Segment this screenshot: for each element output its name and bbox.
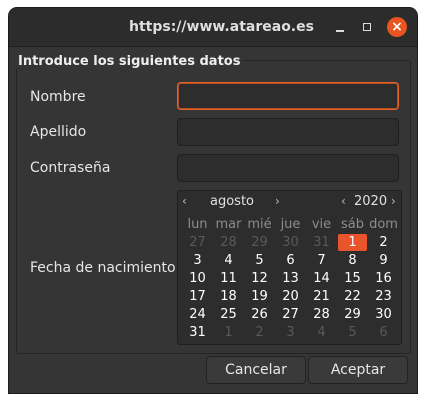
calendar-day[interactable]: 3 (275, 324, 306, 342)
frame-label: Introduce los siguientes datos (15, 54, 244, 69)
next-year-icon[interactable]: › (391, 194, 396, 208)
calendar-day[interactable]: 5 (244, 252, 275, 270)
calendar-day[interactable]: 14 (306, 270, 337, 288)
close-icon: × (391, 19, 403, 35)
calendar-day[interactable]: 28 (213, 234, 244, 252)
maximize-icon (363, 23, 371, 31)
weekday-header: sáb (341, 217, 364, 232)
calendar-week-row: 27 28 29 30 31 1 2 (182, 234, 399, 252)
calendar-day[interactable]: 8 (337, 252, 368, 270)
weekday-header: lun (187, 217, 208, 232)
calendar-day[interactable]: 4 (306, 324, 337, 342)
calendar-day[interactable]: 31 (182, 324, 213, 342)
apellido-input[interactable] (178, 119, 398, 145)
apellido-label: Apellido (30, 124, 87, 140)
calendar-day[interactable]: 18 (213, 288, 244, 306)
calendar-day[interactable]: 6 (275, 252, 306, 270)
maximize-button[interactable] (358, 18, 376, 36)
calendar-day[interactable]: 11 (213, 270, 244, 288)
titlebar[interactable]: https://www.atareao.es × (9, 8, 417, 47)
calendar-day[interactable]: 2 (244, 324, 275, 342)
minimize-button[interactable] (331, 18, 349, 36)
calendar-day[interactable]: 4 (213, 252, 244, 270)
accept-button[interactable]: Aceptar (308, 356, 408, 384)
calendar-year: 2020 (354, 194, 388, 209)
weekday-header: jue (280, 217, 301, 232)
calendar-day[interactable]: 25 (213, 306, 244, 324)
calendar-day[interactable]: 17 (182, 288, 213, 306)
calendar-day[interactable]: 3 (182, 252, 213, 270)
selected-day-label: 1 (338, 234, 367, 251)
apellido-field[interactable] (177, 118, 399, 146)
contrasena-label: Contraseña (30, 160, 111, 176)
weekday-header: mié (247, 217, 272, 232)
calendar-day[interactable]: 26 (244, 306, 275, 324)
calendar: ‹ agosto › ‹ 2020 › lun mar mié jue vie sáb do… (177, 190, 402, 345)
calendar-month: agosto (210, 194, 254, 209)
calendar-day[interactable]: 9 (368, 252, 399, 270)
minimize-icon (336, 30, 344, 32)
calendar-day[interactable]: 10 (182, 270, 213, 288)
prev-year-icon[interactable]: ‹ (341, 194, 346, 208)
calendar-day[interactable]: 21 (306, 288, 337, 306)
calendar-day[interactable]: 5 (337, 324, 368, 342)
close-button[interactable]: × (387, 17, 407, 37)
contrasena-field[interactable] (177, 154, 399, 182)
calendar-day[interactable]: 16 (368, 270, 399, 288)
calendar-day-selected[interactable]: 1 (337, 234, 368, 252)
nombre-label: Nombre (30, 89, 86, 105)
calendar-week-row: 31 1 2 3 4 5 6 (182, 324, 399, 342)
weekday-row: lun mar mié jue vie sáb dom (182, 216, 399, 234)
calendar-day[interactable]: 1 (213, 324, 244, 342)
fecha-nacimiento-label: Fecha de nacimiento (30, 260, 176, 276)
contrasena-input[interactable] (178, 155, 398, 181)
calendar-day[interactable]: 23 (368, 288, 399, 306)
calendar-week-row: 17 18 19 20 21 22 23 (182, 288, 399, 306)
calendar-day[interactable]: 30 (275, 234, 306, 252)
window-title: https://www.atareao.es (129, 19, 314, 35)
calendar-day[interactable]: 6 (368, 324, 399, 342)
prev-month-icon[interactable]: ‹ (182, 194, 187, 208)
weekday-header: dom (369, 217, 398, 232)
calendar-day[interactable]: 7 (306, 252, 337, 270)
calendar-day[interactable]: 12 (244, 270, 275, 288)
calendar-header: ‹ agosto › ‹ 2020 › (178, 191, 401, 213)
calendar-day[interactable]: 13 (275, 270, 306, 288)
cancel-button[interactable]: Cancelar (206, 356, 306, 384)
calendar-day[interactable]: 29 (337, 306, 368, 324)
calendar-day[interactable]: 27 (182, 234, 213, 252)
nombre-field[interactable] (177, 82, 399, 110)
calendar-day[interactable]: 29 (244, 234, 275, 252)
weekday-header: mar (215, 217, 242, 232)
calendar-day[interactable]: 24 (182, 306, 213, 324)
calendar-week-row: 24 25 26 27 28 29 30 (182, 306, 399, 324)
calendar-day[interactable]: 19 (244, 288, 275, 306)
calendar-day[interactable]: 27 (275, 306, 306, 324)
calendar-day[interactable]: 20 (275, 288, 306, 306)
weekday-header: vie (311, 217, 332, 232)
calendar-grid: lun mar mié jue vie sáb dom 27 28 29 30 31 1 2 3 4 5 6 7 8… (182, 216, 399, 342)
calendar-day[interactable]: 31 (306, 234, 337, 252)
calendar-week-row: 10 11 12 13 14 15 16 (182, 270, 399, 288)
calendar-day[interactable]: 2 (368, 234, 399, 252)
calendar-day[interactable]: 28 (306, 306, 337, 324)
calendar-week-row: 3456789 (182, 252, 399, 270)
dialog-window: https://www.atareao.es × Introduce los s… (9, 8, 417, 393)
calendar-day[interactable]: 22 (337, 288, 368, 306)
nombre-input[interactable] (178, 83, 398, 109)
calendar-day[interactable]: 30 (368, 306, 399, 324)
calendar-day[interactable]: 15 (337, 270, 368, 288)
next-month-icon[interactable]: › (275, 194, 280, 208)
